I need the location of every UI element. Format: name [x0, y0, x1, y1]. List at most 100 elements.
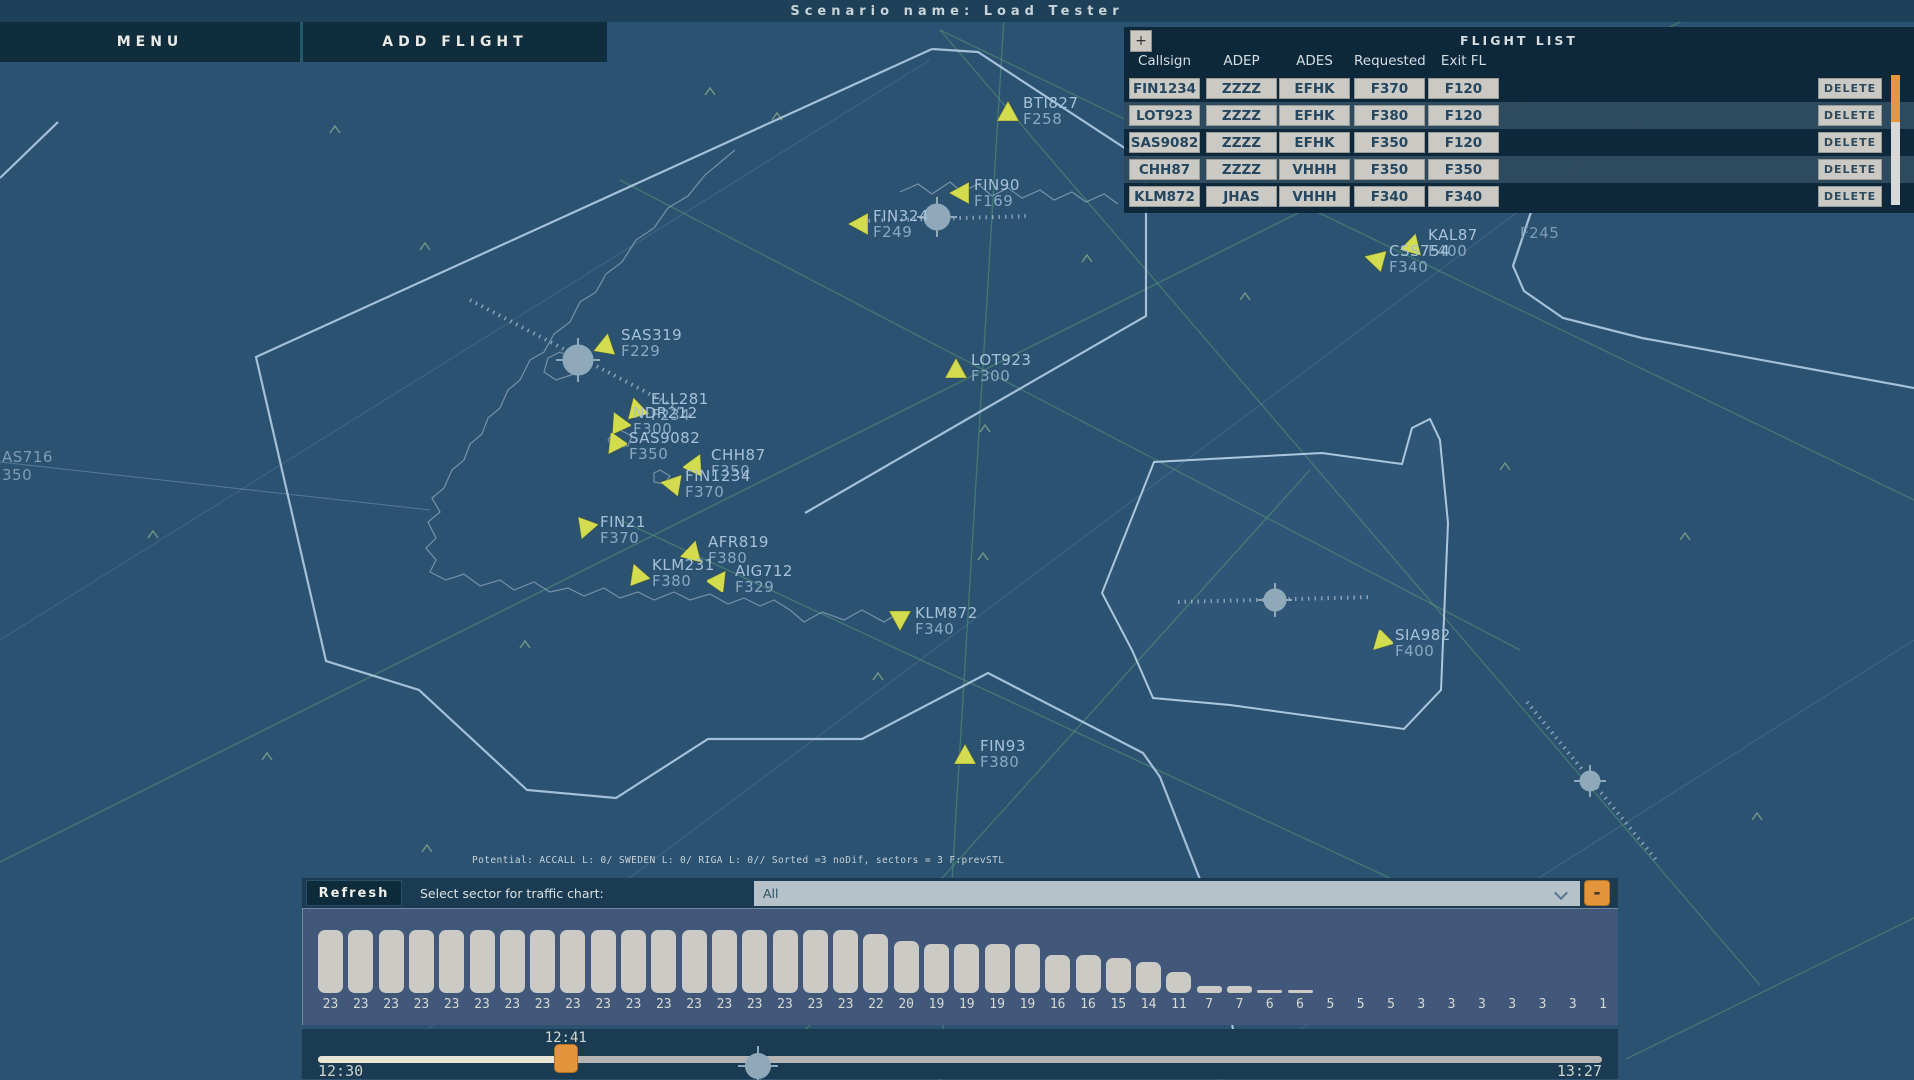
traffic-bar-value: 5	[1318, 997, 1343, 1012]
aircraft-flight-level: F169	[974, 193, 1020, 209]
traffic-bar-value: 19	[1015, 997, 1040, 1012]
flight-adep-input[interactable]	[1206, 159, 1277, 180]
aircraft-marker[interactable]: AIG712F329	[707, 566, 733, 592]
flight-adep-input[interactable]	[1206, 105, 1277, 126]
aircraft-marker[interactable]: FIN90F169	[946, 180, 972, 206]
menu-button[interactable]: MENU	[0, 22, 303, 62]
aircraft-marker[interactable]: FIN1234F370	[657, 471, 683, 497]
traffic-bar-value: 23	[379, 997, 404, 1012]
traffic-bar-value: 5	[1348, 997, 1373, 1012]
aircraft-marker[interactable]: SAS9082F350	[601, 433, 627, 459]
aircraft-label: AIG712F329	[735, 563, 793, 595]
aircraft-flight-level: F370	[600, 530, 646, 546]
aircraft-callsign: KLM231	[652, 557, 715, 573]
aircraft-label: KLM872F340	[915, 605, 978, 637]
aircraft-marker[interactable]: FIN324F249	[845, 211, 871, 237]
aircraft-marker[interactable]: FIN21F370	[572, 517, 598, 543]
aircraft-triangle-icon	[601, 433, 627, 459]
flight-adep-input[interactable]	[1206, 186, 1277, 207]
traffic-bar-value: 3	[1500, 997, 1525, 1012]
traffic-bar	[1197, 986, 1222, 993]
flight-callsign-input[interactable]	[1129, 78, 1200, 99]
flight-callsign-input[interactable]	[1129, 186, 1200, 207]
flight-row: DELETE	[1124, 183, 1914, 210]
traffic-bar-value: 23	[591, 997, 616, 1012]
flight-ades-input[interactable]	[1279, 78, 1350, 99]
traffic-bar	[682, 930, 707, 993]
flight-list-scrollbar-thumb[interactable]	[1891, 75, 1900, 122]
potential-status-text: Potential: ACCALL L: 0/ SWEDEN L: 0/ RIG…	[472, 855, 1004, 866]
flight-row: DELETE	[1124, 156, 1914, 183]
traffic-bar-value: 23	[682, 997, 707, 1012]
aircraft-marker[interactable]: KLM872F340	[887, 608, 913, 634]
aircraft-callsign: FIN324	[873, 208, 929, 224]
flight-requested-input[interactable]	[1354, 132, 1425, 153]
aircraft-flight-level: F380	[652, 573, 715, 589]
aircraft-marker[interactable]: LOT923F300	[943, 355, 969, 381]
traffic-bar	[591, 930, 616, 993]
aircraft-marker[interactable]: NDR212F300	[605, 408, 631, 434]
delete-flight-button[interactable]: DELETE	[1818, 105, 1882, 126]
aircraft-flight-level: F258	[1023, 111, 1079, 127]
flight-callsign-input[interactable]	[1129, 132, 1200, 153]
flight-exit_fl-input[interactable]	[1428, 159, 1499, 180]
add-flight-button[interactable]: ADD FLIGHT	[303, 22, 607, 62]
aircraft-callsign: NDR212	[633, 405, 698, 421]
aircraft-callsign: CSS754	[1389, 243, 1450, 259]
traffic-bar	[773, 930, 798, 993]
aircraft-marker[interactable]: SAS319F229	[593, 330, 619, 356]
aircraft-label: FIN1234F370	[685, 468, 751, 500]
time-slider-panel: 12:41 12:30 13:27	[302, 1029, 1618, 1079]
traffic-bar-value: 23	[500, 997, 525, 1012]
aircraft-triangle-icon	[845, 211, 871, 237]
aircraft-marker[interactable]: KLM231F380	[624, 560, 650, 586]
aircraft-callsign: BTI827	[1023, 95, 1079, 111]
aircraft-marker[interactable]: BTI827F258	[995, 98, 1021, 124]
traffic-bar-value: 3	[1560, 997, 1585, 1012]
traffic-bar-value: 3	[1469, 997, 1494, 1012]
flight-exit_fl-input[interactable]	[1428, 186, 1499, 207]
flight-callsign-input[interactable]	[1129, 105, 1200, 126]
aircraft-callsign: SAS9082	[629, 430, 700, 446]
flight-ades-input[interactable]	[1279, 132, 1350, 153]
flight-requested-input[interactable]	[1354, 78, 1425, 99]
traffic-bar-value: 23	[742, 997, 767, 1012]
aircraft-callsign: AFR819	[708, 534, 769, 550]
sector-select-dropdown[interactable]: All	[754, 881, 1580, 906]
collapse-panel-button[interactable]: -	[1584, 880, 1610, 906]
delete-flight-button[interactable]: DELETE	[1818, 78, 1882, 99]
time-slider-thumb[interactable]	[554, 1044, 578, 1073]
flight-callsign-input[interactable]	[1129, 159, 1200, 180]
flight-ades-input[interactable]	[1279, 105, 1350, 126]
delete-flight-button[interactable]: DELETE	[1818, 132, 1882, 153]
delete-flight-button[interactable]: DELETE	[1818, 159, 1882, 180]
refresh-button[interactable]: Refresh	[306, 880, 402, 906]
flight-ades-input[interactable]	[1279, 159, 1350, 180]
traffic-bar	[621, 930, 646, 993]
flight-adep-input[interactable]	[1206, 132, 1277, 153]
aircraft-triangle-icon	[572, 517, 598, 543]
traffic-bar	[1257, 990, 1282, 994]
delete-flight-button[interactable]: DELETE	[1818, 186, 1882, 207]
aircraft-label: BTI827F258	[1023, 95, 1079, 127]
flight-list-scrollbar-track[interactable]	[1891, 122, 1900, 205]
flight-exit_fl-input[interactable]	[1428, 132, 1499, 153]
traffic-chart-panel: Refresh Select sector for traffic chart:…	[302, 878, 1618, 1025]
aircraft-label: FIN21F370	[600, 514, 646, 546]
aircraft-label: CSS754F340	[1389, 243, 1450, 275]
flight-requested-input[interactable]	[1354, 105, 1425, 126]
traffic-bar-value: 23	[621, 997, 646, 1012]
flight-ades-input[interactable]	[1279, 186, 1350, 207]
flight-exit_fl-input[interactable]	[1428, 105, 1499, 126]
flight-requested-input[interactable]	[1354, 186, 1425, 207]
aircraft-triangle-icon	[887, 608, 913, 634]
traffic-bar-chart: 2323232323232323232323232323232323232220…	[302, 908, 1618, 1025]
aircraft-marker[interactable]: CSS754F340	[1361, 246, 1387, 272]
aircraft-marker[interactable]: FIN93F380	[952, 741, 978, 767]
traffic-bar	[651, 930, 676, 993]
flight-exit_fl-input[interactable]	[1428, 78, 1499, 99]
aircraft-triangle-icon	[946, 180, 972, 206]
flight-requested-input[interactable]	[1354, 159, 1425, 180]
flight-adep-input[interactable]	[1206, 78, 1277, 99]
aircraft-marker[interactable]: SIA982F400	[1367, 630, 1393, 656]
